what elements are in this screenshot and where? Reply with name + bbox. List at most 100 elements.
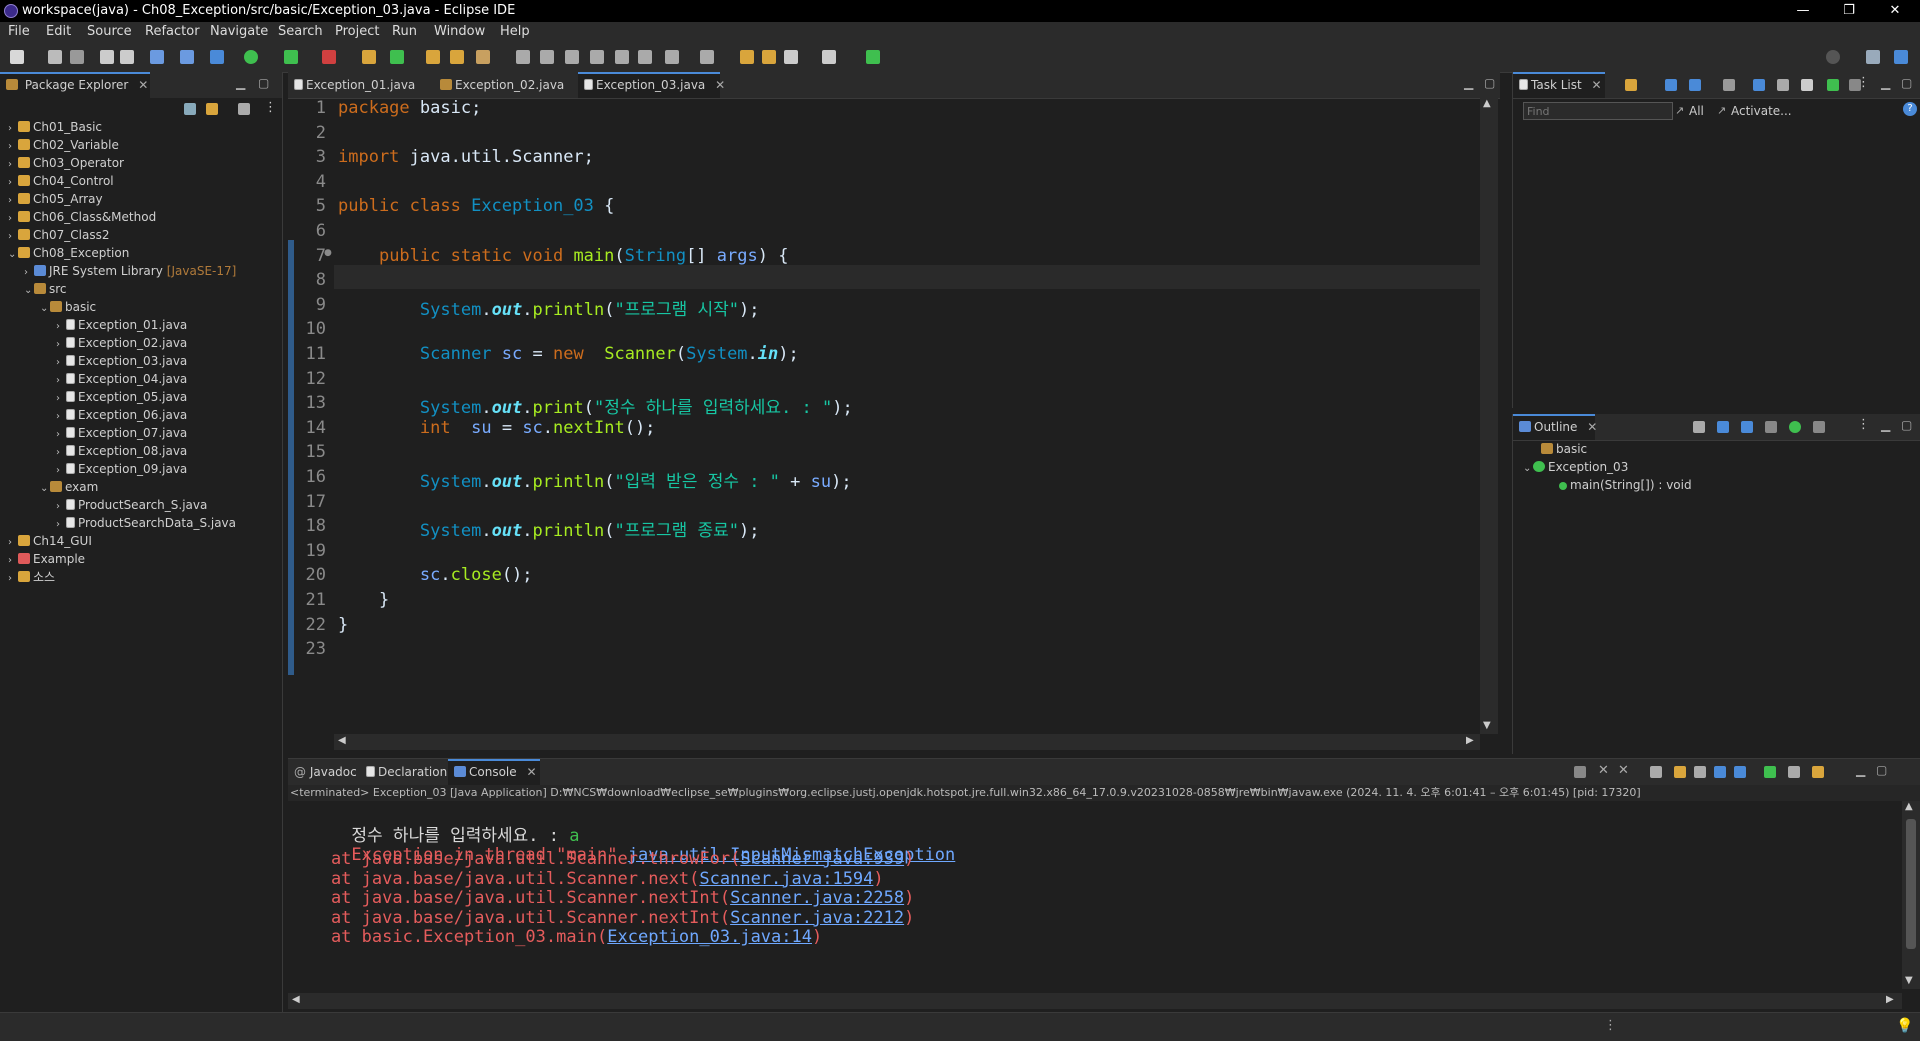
forward-arrow-icon[interactable] xyxy=(762,50,776,64)
next-annotation-icon[interactable] xyxy=(665,50,679,64)
close-icon[interactable]: ✕ xyxy=(1592,78,1602,92)
word-wrap-icon[interactable] xyxy=(590,50,604,64)
scrollbar-thumb[interactable] xyxy=(1906,819,1916,949)
show-on-error-icon[interactable] xyxy=(1734,766,1746,778)
tree-item[interactable]: › Exception_08.java xyxy=(56,442,187,460)
save-icon[interactable] xyxy=(48,50,62,64)
new-class-icon[interactable] xyxy=(390,50,404,64)
hide-static-icon[interactable] xyxy=(1765,421,1777,433)
scroll-left-icon[interactable]: ◀ xyxy=(292,994,300,1005)
close-icon[interactable]: ✕ xyxy=(1587,420,1597,434)
menu-navigate[interactable]: Navigate xyxy=(210,24,268,39)
view-menu-icon[interactable]: ⋮ xyxy=(264,100,277,115)
tree-item[interactable]: › 소스 xyxy=(8,568,55,586)
task-find-input[interactable] xyxy=(1523,102,1673,120)
tree-item[interactable]: ⌄ Ch08_Exception xyxy=(8,244,129,262)
minimize-view-icon[interactable]: ▁ xyxy=(1464,76,1473,90)
scroll-down-icon[interactable]: ▼ xyxy=(1905,975,1913,986)
tab-declaration[interactable]: Declaration xyxy=(360,759,447,785)
view-menu-icon[interactable]: ⋮ xyxy=(1857,417,1870,432)
categorized-icon[interactable] xyxy=(1665,79,1677,91)
undo-icon[interactable] xyxy=(100,50,114,64)
scroll-lock-icon[interactable] xyxy=(1674,766,1686,778)
console-vertical-scrollbar[interactable]: ▲ ▼ xyxy=(1902,801,1920,989)
minimize-view-icon[interactable]: ▁ xyxy=(1881,76,1890,90)
debug-icon[interactable] xyxy=(210,50,224,64)
tree-item[interactable]: › Exception_07.java xyxy=(56,424,187,442)
back-arrow-icon[interactable] xyxy=(740,50,754,64)
clear-console-icon[interactable] xyxy=(1650,766,1662,778)
outline-item-class[interactable]: ⌄ Exception_03 xyxy=(1523,458,1628,476)
pin-editor-icon[interactable] xyxy=(866,50,880,64)
search-tool-icon[interactable] xyxy=(476,50,490,64)
menu-edit[interactable]: Edit xyxy=(46,24,71,39)
activate-link[interactable]: Activate... xyxy=(1731,104,1792,118)
open-type-icon[interactable] xyxy=(426,50,440,64)
tree-item[interactable]: › Ch02_Variable xyxy=(8,136,119,154)
tree-item[interactable]: › Ch01_Basic xyxy=(8,118,102,136)
source-link[interactable]: Exception_03.java:14 xyxy=(607,927,812,947)
tree-item[interactable]: › Exception_04.java xyxy=(56,370,187,388)
minimize-button[interactable]: — xyxy=(1780,0,1826,22)
menu-file[interactable]: File xyxy=(8,24,30,39)
minimize-view-icon[interactable]: ▁ xyxy=(1881,418,1890,432)
tree-item[interactable]: › Ch07_Class2 xyxy=(8,226,109,244)
maximize-button[interactable]: ❐ xyxy=(1826,0,1872,22)
new-java-project-icon[interactable] xyxy=(362,50,376,64)
lightbulb-icon[interactable]: 💡 xyxy=(1896,1018,1913,1034)
tree-item[interactable]: › ProductSearch_S.java xyxy=(56,496,207,514)
source-link[interactable]: Scanner.java:939 xyxy=(740,849,904,869)
tab-outline[interactable]: Outline ✕ xyxy=(1513,414,1597,440)
display-console-icon[interactable] xyxy=(1788,766,1800,778)
show-on-output-icon[interactable] xyxy=(1714,766,1726,778)
outline-item-package[interactable]: basic xyxy=(1541,440,1587,458)
minimize-view-icon[interactable]: ▁ xyxy=(236,76,245,90)
editor-vertical-scrollbar[interactable]: ▲ ▼ xyxy=(1480,98,1498,734)
tab-javadoc[interactable]: @ Javadoc xyxy=(288,759,358,785)
tab-exception-01[interactable]: Exception_01.java xyxy=(288,72,430,98)
source-link[interactable]: Scanner.java:2258 xyxy=(730,888,904,908)
annotation-icon[interactable] xyxy=(540,50,554,64)
menu-run[interactable]: Run xyxy=(392,24,417,39)
new-task-icon[interactable] xyxy=(1625,79,1637,91)
scroll-down-icon[interactable]: ▼ xyxy=(1483,720,1491,731)
scheduled-icon[interactable] xyxy=(1689,79,1701,91)
scroll-up-icon[interactable]: ▲ xyxy=(1905,801,1913,812)
remove-all-icon[interactable]: ✕ xyxy=(1618,763,1629,778)
show-whitespace-icon[interactable] xyxy=(615,50,629,64)
chevron-right-icon[interactable]: › xyxy=(8,570,18,588)
minimize-view-icon[interactable]: ▁ xyxy=(1856,763,1865,777)
console-output[interactable]: 정수 하나를 입력하세요. : a Exception in thread "m… xyxy=(290,801,1900,991)
tab-task-list[interactable]: Task List ✕ xyxy=(1513,72,1605,98)
menu-window[interactable]: Window xyxy=(434,24,485,39)
menu-refactor[interactable]: Refactor xyxy=(145,24,200,39)
run-icon[interactable] xyxy=(244,50,258,64)
tree-item[interactable]: ⌄ basic xyxy=(40,298,96,316)
code-editor[interactable]: 1 package basic; 2 3 import java.util.Scanne… xyxy=(296,98,1476,728)
close-icon[interactable]: ✕ xyxy=(526,765,536,779)
tab-console[interactable]: Console ✕ xyxy=(448,759,540,785)
prev-annotation-icon[interactable] xyxy=(700,50,714,64)
new-icon[interactable] xyxy=(10,50,24,64)
scroll-right-icon[interactable]: ▶ xyxy=(1466,735,1474,746)
expand-icon[interactable] xyxy=(1801,79,1813,91)
menu-project[interactable]: Project xyxy=(335,24,379,39)
chevron-down-icon[interactable]: ⌄ xyxy=(24,282,34,300)
tree-item[interactable]: › Exception_05.java xyxy=(56,388,187,406)
source-link[interactable]: Scanner.java:2212 xyxy=(730,908,904,928)
tree-item[interactable]: › Ch06_Class&Method xyxy=(8,208,156,226)
pilcrow-icon[interactable] xyxy=(638,50,652,64)
close-icon[interactable]: ✕ xyxy=(138,78,148,92)
terminate-icon[interactable] xyxy=(1574,766,1586,778)
redo-icon[interactable] xyxy=(120,50,134,64)
maximize-view-icon[interactable]: ▢ xyxy=(258,76,269,90)
tree-item[interactable]: › Exception_09.java xyxy=(56,460,187,478)
tree-item[interactable]: › Exception_02.java xyxy=(56,334,187,352)
filter-completed-icon[interactable] xyxy=(1723,79,1735,91)
view-menu-icon[interactable]: ⋮ xyxy=(1857,75,1870,90)
hide-icon[interactable] xyxy=(1753,79,1765,91)
maximize-view-icon[interactable]: ▢ xyxy=(1901,418,1912,432)
tree-item[interactable]: › Ch14_GUI xyxy=(8,532,92,550)
source-link[interactable]: Scanner.java:1594 xyxy=(699,869,873,889)
tree-item[interactable]: › Ch04_Control xyxy=(8,172,114,190)
